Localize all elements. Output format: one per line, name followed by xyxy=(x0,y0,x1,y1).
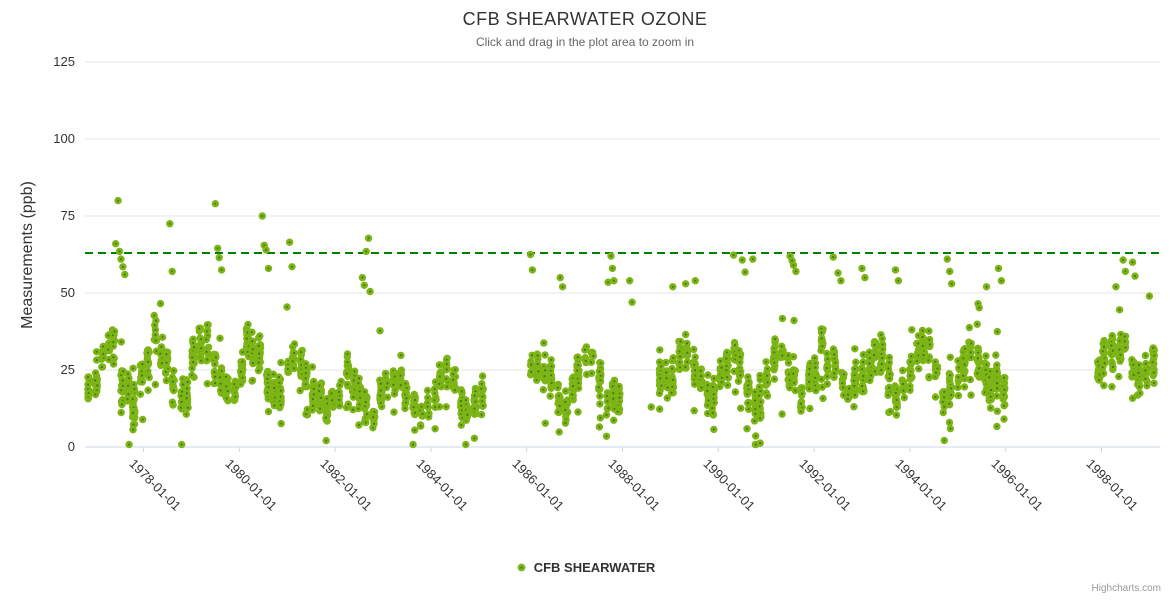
y-tick-label: 0 xyxy=(5,439,75,455)
legend: CFB SHEARWATER xyxy=(0,560,1170,579)
legend-item-label: CFB SHEARWATER xyxy=(534,560,656,575)
y-tick-label: 100 xyxy=(5,131,75,147)
y-tick-label: 25 xyxy=(5,362,75,378)
highcharts-credits-link[interactable]: Highcharts.com xyxy=(1092,583,1161,594)
y-axis-title: Measurements (ppb) xyxy=(19,155,37,355)
y-tick-label: 75 xyxy=(5,208,75,224)
scatter-series-cfb-shearwater[interactable] xyxy=(86,198,1157,447)
legend-item-cfb-shearwater[interactable]: CFB SHEARWATER xyxy=(515,560,656,575)
y-tick-label: 50 xyxy=(5,285,75,301)
y-tick-label: 125 xyxy=(5,54,75,70)
legend-marker-icon xyxy=(515,561,528,574)
highcharts-container: CFB SHEARWATER OZONE Click and drag in t… xyxy=(0,0,1170,600)
